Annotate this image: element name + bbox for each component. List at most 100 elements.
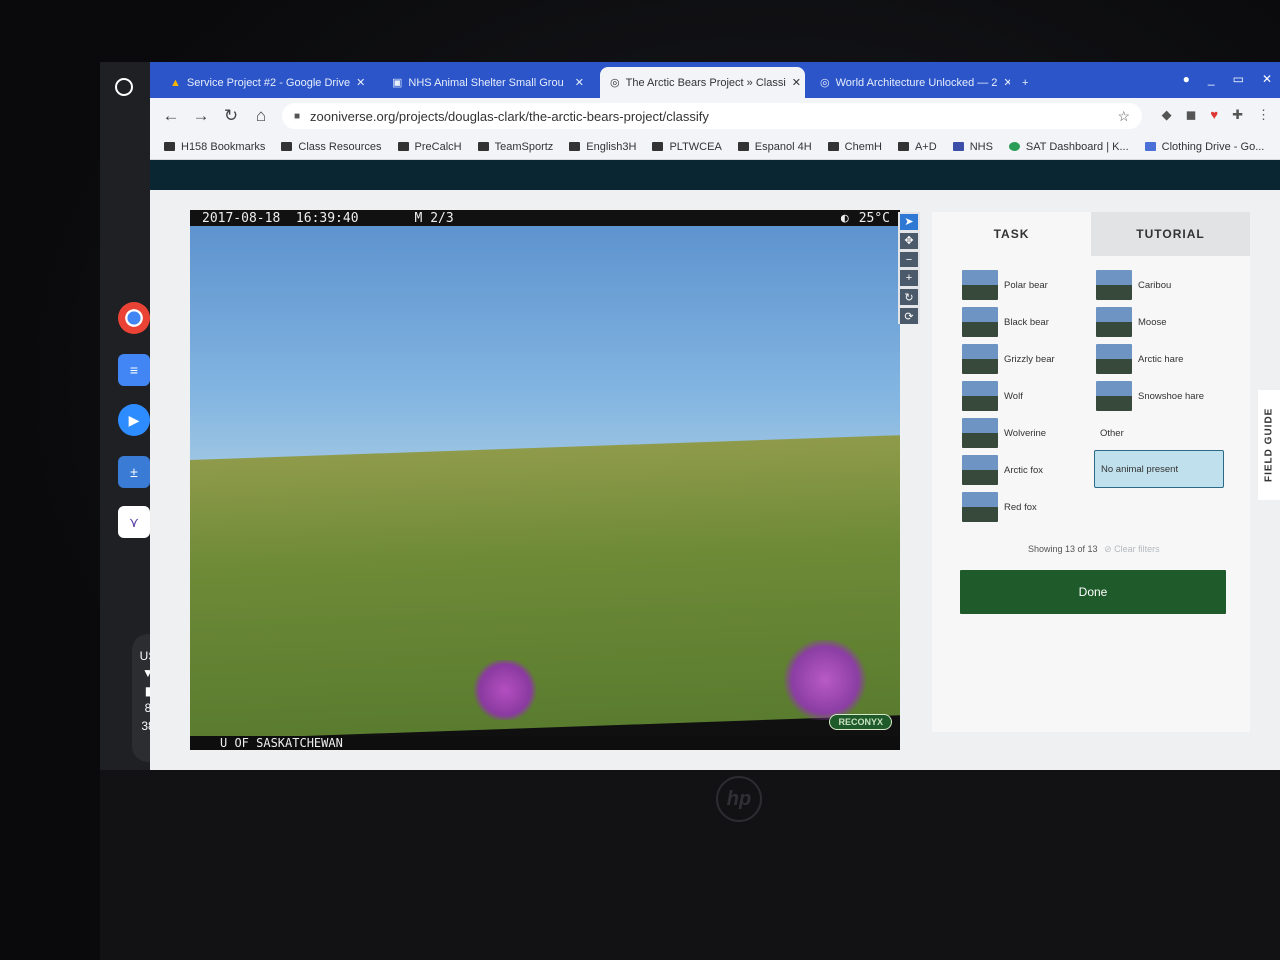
bookmark-clothing-drive[interactable]: Clothing Drive - Go... [1144, 140, 1265, 153]
google-docs-icon[interactable]: ≡ [118, 354, 150, 386]
camera-frame: M 2/3 [414, 210, 454, 226]
zooniverse-icon: ◎ [610, 77, 620, 89]
bookmark-h158[interactable]: H158 Bookmarks [164, 141, 265, 153]
bookmark-english3h[interactable]: English3H [569, 141, 636, 153]
reload-icon[interactable]: ↻ [216, 106, 246, 126]
tab-nhs-animal-shelter[interactable]: ▣ NHS Animal Shelter Small Grou ✕ [382, 67, 594, 98]
bookmark-label: English3H [586, 140, 637, 153]
bookmark-precalch[interactable]: PreCalcH [397, 141, 462, 153]
maximize-icon[interactable]: ▭ [1233, 72, 1244, 86]
menu-icon[interactable]: ⋮ [1257, 107, 1270, 123]
zoom-icon[interactable]: ▶ [118, 404, 150, 436]
app-icon[interactable]: ⋎ [118, 506, 150, 538]
choice-no-animal-present[interactable]: No animal present [1094, 450, 1224, 488]
bookmark-star-icon[interactable]: ☆ [1117, 108, 1130, 125]
camera-info-bar: 2017-08-18 16:39:40 M 2/3 ◐ 25°C [190, 210, 900, 226]
bookmark-nhs[interactable]: NHS [952, 141, 993, 153]
back-icon[interactable]: ← [156, 106, 186, 126]
tab-world-architecture[interactable]: ◎ World Architecture Unlocked — 2 ✕ [810, 67, 1010, 98]
zoom-in-icon[interactable]: + [900, 270, 918, 287]
extension-icon[interactable]: ◆ [1162, 107, 1172, 123]
subject-image-viewer[interactable]: 2017-08-18 16:39:40 M 2/3 ◐ 25°C U OF SA… [190, 210, 900, 750]
choice-label: Polar bear [1004, 279, 1048, 291]
bookmark-pltwcea[interactable]: PLTWCEA [652, 141, 722, 153]
laptop-screen: ≡ ▶ ± ⋎ US ▼ ▮ 8 38 ▲ Service Project #2… [100, 62, 1280, 770]
reset-icon[interactable]: ⟳ [900, 308, 918, 324]
minimize-icon[interactable]: _ [1208, 72, 1215, 86]
bookmark-label: Espanol 4H [754, 140, 812, 153]
field-guide-tab[interactable]: FIELD GUIDE [1258, 390, 1280, 500]
tab-task[interactable]: TASK [932, 212, 1091, 256]
choice-grizzly-bear[interactable]: Grizzly bear [962, 342, 1090, 376]
address-bar[interactable]: ■ zooniverse.org/projects/douglas-clark/… [282, 103, 1142, 129]
bookmark-sat-dashboard[interactable]: SAT Dashboard | K... [1008, 140, 1129, 153]
bookmark-espanol[interactable]: Espanol 4H [737, 140, 812, 153]
launcher-icon[interactable] [115, 78, 133, 96]
close-icon[interactable]: ✕ [356, 76, 365, 89]
extension-icon[interactable]: ◼ [1186, 107, 1197, 123]
new-tab-button[interactable]: + [1012, 67, 1042, 98]
choice-other[interactable]: Other [1096, 416, 1224, 450]
camera-temperature: 25°C [858, 210, 890, 226]
home-icon[interactable]: ⌂ [246, 106, 276, 126]
drive-icon: ▲ [170, 76, 181, 89]
choice-thumbnail [962, 270, 998, 300]
calculator-icon[interactable]: ± [118, 456, 150, 488]
species-choices: Polar bear Black bear Grizzly bear Wolf … [932, 256, 1250, 556]
classify-page: 2017-08-18 16:39:40 M 2/3 ◐ 25°C U OF SA… [150, 190, 1280, 770]
tab-tutorial[interactable]: TUTORIAL [1091, 212, 1250, 256]
close-icon[interactable]: ✕ [1003, 76, 1010, 89]
choice-thumbnail [962, 455, 998, 485]
clear-filters-link[interactable]: ⊘ Clear filters [1104, 544, 1160, 554]
folder-icon [827, 142, 839, 151]
bookmark-chemh[interactable]: ChemH [827, 140, 882, 153]
bookmark-label: SAT Dashboard | K... [1025, 140, 1129, 153]
doc-icon: ▣ [392, 77, 403, 89]
moon-icon: ◐ [840, 210, 849, 226]
bookmark-label: Clothing Drive - Go... [1161, 140, 1265, 153]
choice-snowshoe-hare[interactable]: Snowshoe hare [1096, 379, 1224, 413]
doc-icon [952, 142, 964, 151]
pointer-tool-icon[interactable]: ➤ [900, 214, 918, 230]
choice-thumbnail [962, 307, 998, 337]
bookmark-label: ChemH [844, 140, 882, 153]
viewer-toolbar: ➤ ✥ − + ↻ ⟳ [898, 212, 920, 324]
bookmark-class-resources[interactable]: Class Resources [281, 141, 382, 153]
choice-thumbnail [962, 381, 998, 411]
showing-count: Showing 13 of 13 ⊘ Clear filters [1028, 544, 1160, 555]
bookmark-teamsportz[interactable]: TeamSportz [477, 141, 553, 153]
choice-moose[interactable]: Moose [1096, 305, 1224, 339]
choice-arctic-hare[interactable]: Arctic hare [1096, 342, 1224, 376]
choice-red-fox[interactable]: Red fox [962, 490, 1090, 524]
close-icon[interactable]: ✕ [792, 76, 801, 89]
choice-wolverine[interactable]: Wolverine [962, 416, 1090, 450]
tab-bar: ▲ Service Project #2 - Google Drive ✕ ▣ … [150, 62, 1280, 98]
chrome-icon[interactable] [118, 302, 150, 334]
choice-black-bear[interactable]: Black bear [962, 305, 1090, 339]
choice-arctic-fox[interactable]: Arctic fox [962, 453, 1090, 487]
tab-arctic-bears[interactable]: ◎ The Arctic Bears Project » Classi ✕ [600, 67, 805, 98]
choice-polar-bear[interactable]: Polar bear [962, 268, 1090, 302]
choice-label: Red fox [1004, 501, 1037, 513]
choice-label: No animal present [1101, 463, 1179, 475]
tab-google-drive[interactable]: ▲ Service Project #2 - Google Drive ✕ [160, 67, 375, 98]
puzzle-icon[interactable]: ✚ [1232, 107, 1243, 123]
extension-icon[interactable]: ♥ [1210, 107, 1218, 123]
hp-logo: hp [716, 776, 762, 822]
move-tool-icon[interactable]: ✥ [900, 232, 918, 249]
rotate-icon[interactable]: ↻ [900, 289, 918, 306]
done-button[interactable]: Done [960, 570, 1226, 614]
window-controls: ● _ ▭ ✕ [1183, 72, 1272, 86]
close-window-icon[interactable]: ✕ [1262, 72, 1272, 86]
choice-label: Wolverine [1004, 427, 1047, 439]
profile-icon[interactable]: ● [1183, 72, 1190, 86]
choice-thumbnail [1096, 381, 1132, 411]
choice-caribou[interactable]: Caribou [1096, 268, 1224, 302]
bookmark-a-d[interactable]: A+D [897, 141, 937, 153]
close-icon[interactable]: ✕ [575, 76, 584, 89]
choice-wolf[interactable]: Wolf [962, 379, 1090, 413]
showing-text: Showing 13 of 13 [1028, 544, 1098, 554]
forward-icon[interactable]: → [186, 106, 216, 126]
tab-title: World Architecture Unlocked — 2 [835, 76, 998, 89]
zoom-out-icon[interactable]: − [900, 251, 918, 268]
